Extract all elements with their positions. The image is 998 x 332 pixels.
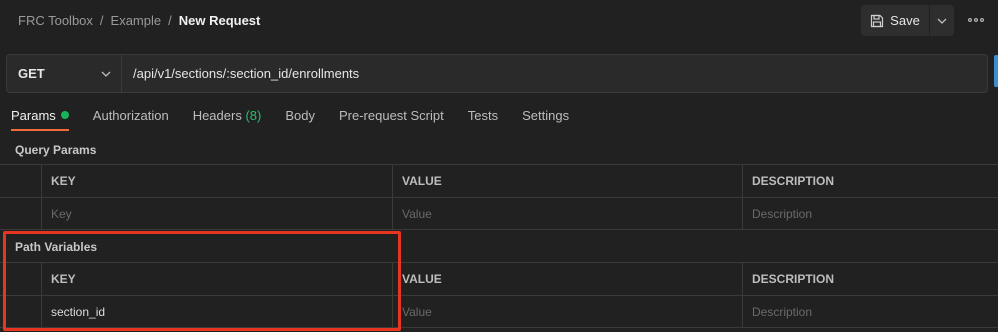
breadcrumb-separator: / [168,13,172,28]
chevron-down-icon [937,18,947,24]
save-label: Save [890,13,920,28]
description-column-header: DESCRIPTION [752,174,835,188]
key-column-header: KEY [42,263,393,295]
tab-label: Body [285,108,315,123]
tab-label: Headers [192,108,242,123]
send-button-edge[interactable] [994,55,998,87]
path-variables-title: Path Variables [15,240,98,254]
table-header-row: KEY VALUE DESCRIPTION [0,262,998,295]
description-input[interactable]: Description [743,198,997,229]
tab-label: Pre-request Script [338,108,444,123]
breadcrumb-collection[interactable]: FRC Toolbox [18,13,93,28]
query-params-table: KEY VALUE DESCRIPTION Key Value Descript… [0,164,998,230]
breadcrumb: FRC Toolbox / Example / New Request [18,13,260,28]
tab-headers[interactable]: Headers (8) [193,108,262,131]
row-checkbox-column [0,296,42,327]
table-row: Key Value Description [0,197,998,230]
description-input[interactable]: Description [743,296,997,327]
value-input[interactable]: Value [393,198,743,229]
tab-settings[interactable]: Settings [522,108,569,131]
method-label: GET [18,66,45,81]
value-column-header: VALUE [393,165,743,197]
save-button[interactable]: Save [861,5,929,36]
more-actions-button[interactable] [966,13,986,27]
checkbox-column [0,263,42,295]
save-options-button[interactable] [930,5,954,36]
floppy-disk-icon [871,14,884,27]
url-input[interactable]: /api/v1/sections/:section_id/enrollments [122,55,987,92]
key-input[interactable]: Key [42,198,393,229]
request-url-bar: GET /api/v1/sections/:section_id/enrollm… [6,54,988,93]
value-input[interactable]: Value [393,296,743,327]
tab-authorization[interactable]: Authorization [93,108,169,131]
breadcrumb-separator: / [99,13,104,28]
breadcrumb-folder[interactable]: Example [111,13,162,28]
params-active-dot [60,111,69,119]
tab-label: Settings [522,108,570,123]
description-column-header: DESCRIPTION [752,272,835,286]
query-params-title: Query Params [15,143,97,157]
more-horizontal-icon [968,18,984,22]
tab-params[interactable]: Params [11,108,69,131]
key-column-header: KEY [42,165,393,197]
checkbox-column [0,165,42,197]
headers-count: (8) [245,108,262,123]
tab-pre-request-script[interactable]: Pre-request Script [339,108,444,131]
value-column-header: VALUE [393,263,743,295]
chevron-down-icon [101,71,111,77]
tab-tests[interactable]: Tests [468,108,498,131]
table-header-row: KEY VALUE DESCRIPTION [0,164,998,197]
save-button-group: Save [861,5,954,36]
path-variables-table: KEY VALUE DESCRIPTION section_id Value D… [0,262,998,328]
path-variable-key: section_id [42,296,393,327]
tab-label: Authorization [92,108,169,123]
request-name[interactable]: New Request [179,13,261,28]
request-tabs: Params Authorization Headers (8) Body Pr… [11,108,593,132]
tab-label: Tests [467,108,499,123]
method-select[interactable]: GET [7,55,122,92]
request-header: FRC Toolbox / Example / New Request Save [0,0,998,42]
tab-label: Params [11,108,56,123]
table-row: section_id Value Description [0,295,998,328]
row-checkbox[interactable] [0,198,42,229]
tab-body[interactable]: Body [285,108,315,131]
